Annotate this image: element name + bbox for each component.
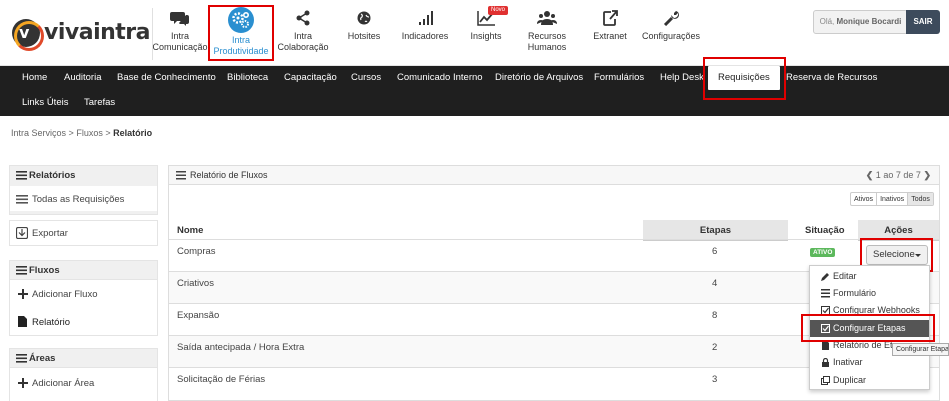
status-badge: ATIVO	[810, 248, 836, 257]
panel-header: Relatório de Fluxos ❮ 1 ao 7 de 7 ❯	[169, 166, 939, 185]
nav-diretorio-arquivos[interactable]: Diretório de Arquivos	[495, 72, 583, 84]
app-hotsites[interactable]: Hotsites	[341, 6, 387, 62]
copy-icon	[821, 376, 830, 385]
next-page-icon[interactable]: ❯	[923, 170, 931, 180]
prev-page-icon[interactable]: ❮	[866, 170, 874, 180]
user-name: Monique Bocardi	[836, 17, 902, 26]
column-header-situacao[interactable]: Situação	[805, 220, 845, 241]
column-header-etapas[interactable]: Etapas	[643, 220, 788, 241]
sidebar-section-fluxos: Fluxos	[9, 260, 158, 280]
menu-item-editar[interactable]: Editar	[810, 268, 929, 285]
filter-inativos[interactable]: Inativos	[877, 193, 909, 205]
nav-tarefas[interactable]: Tarefas	[84, 97, 115, 109]
nav-auditoria[interactable]: Auditoria	[64, 72, 102, 84]
sidebar-section-areas: Áreas	[9, 348, 158, 368]
lock-icon	[822, 358, 829, 367]
top-header: v vivaintra Intra Comunicação Intra Prod…	[0, 0, 949, 66]
nav-formularios[interactable]: Formulários	[594, 72, 644, 84]
plus-icon	[18, 378, 28, 388]
highlight-nav-requisicoes	[703, 57, 786, 100]
breadcrumb-fluxos[interactable]: Fluxos	[76, 128, 103, 138]
tooltip: Configurar Etapas	[892, 343, 949, 356]
status-filter: Ativos Inativos Todos	[850, 192, 934, 206]
highlight-app-produtividade	[208, 5, 274, 61]
users-icon	[537, 11, 557, 25]
sidebar-title-fluxos: Fluxos	[29, 265, 60, 276]
menu-item-duplicar[interactable]: Duplicar	[810, 372, 929, 389]
user-greeting[interactable]: Olá, Monique Bocardi	[813, 10, 908, 34]
nav-capacitacao[interactable]: Capacitação	[284, 72, 337, 84]
nav-cursos[interactable]: Cursos	[351, 72, 381, 84]
nav-links-uteis[interactable]: Links Úteis	[22, 97, 68, 109]
logo-text: vivaintra	[44, 20, 150, 45]
app-intra-comunicacao[interactable]: Intra Comunicação	[152, 6, 208, 62]
list-icon	[821, 289, 830, 298]
breadcrumb: Intra Serviços > Fluxos > Relatório	[11, 128, 153, 138]
sidebar-item-adicionar-area[interactable]: Adicionar Área	[9, 368, 158, 401]
filter-ativos[interactable]: Ativos	[851, 193, 878, 205]
file-icon	[822, 341, 829, 350]
app-recursos-humanos[interactable]: Recursos Humanos	[520, 6, 574, 62]
list-icon	[176, 171, 186, 180]
chat-icon	[170, 12, 189, 26]
signal-bars-icon	[419, 11, 433, 25]
app-configuracoes[interactable]: Configurações	[641, 6, 701, 62]
menu-icon	[16, 354, 27, 363]
app-extranet[interactable]: Extranet	[587, 6, 633, 62]
share-icon	[296, 10, 310, 26]
nav-help-desk[interactable]: Help Desk	[660, 72, 704, 84]
menu-item-inativar[interactable]: Inativar	[810, 354, 929, 371]
sidebar-item-exportar[interactable]: Exportar	[9, 220, 158, 246]
menu-icon	[16, 266, 27, 275]
sidebar-item-todas[interactable]: Todas as Requisições	[9, 186, 158, 211]
sidebar-title-areas: Áreas	[29, 353, 56, 364]
nav-comunicado-interno[interactable]: Comunicado Interno	[397, 72, 483, 84]
logout-button[interactable]: SAIR	[906, 10, 940, 34]
breadcrumb-intra-servicos[interactable]: Intra Serviços	[11, 128, 66, 138]
column-header-nome[interactable]: Nome	[177, 220, 203, 241]
filter-todos[interactable]: Todos	[908, 193, 933, 205]
breadcrumb-current: Relatório	[113, 128, 153, 138]
new-badge: Novo	[488, 6, 509, 15]
panel-title: Relatório de Fluxos	[190, 170, 268, 180]
menu-item-formulario[interactable]: Formulário	[810, 285, 929, 302]
logo-mark: v	[12, 19, 44, 51]
nav-home[interactable]: Home	[22, 72, 47, 84]
globe-icon	[357, 11, 371, 25]
list-icon	[16, 195, 28, 204]
wrench-icon	[663, 11, 679, 26]
nav-reserva-recursos[interactable]: Reserva de Recursos	[786, 72, 877, 84]
highlight-configurar-etapas	[801, 314, 935, 342]
nav-biblioteca[interactable]: Biblioteca	[227, 72, 268, 84]
pencil-icon	[821, 273, 829, 281]
app-intra-colaboracao[interactable]: Intra Colaboração	[275, 6, 331, 62]
sidebar-item-relatorio[interactable]: Relatório	[9, 308, 158, 336]
menu-icon	[16, 171, 27, 180]
sidebar-item-adicionar-fluxo[interactable]: Adicionar Fluxo	[9, 280, 158, 308]
vivaintra-logo[interactable]: v vivaintra	[12, 19, 150, 51]
pagination: ❮ 1 ao 7 de 7 ❯	[865, 170, 931, 180]
external-link-icon	[603, 10, 618, 26]
plus-icon	[18, 289, 28, 299]
download-icon	[16, 227, 28, 239]
nav-base-conhecimento[interactable]: Base de Conhecimento	[117, 72, 216, 84]
app-indicadores[interactable]: Indicadores	[398, 6, 452, 62]
file-icon	[18, 316, 27, 327]
main-nav: Home Auditoria Base de Conhecimento Bibl…	[0, 66, 949, 116]
sidebar-title-relatorios: Relatórios	[29, 170, 76, 181]
